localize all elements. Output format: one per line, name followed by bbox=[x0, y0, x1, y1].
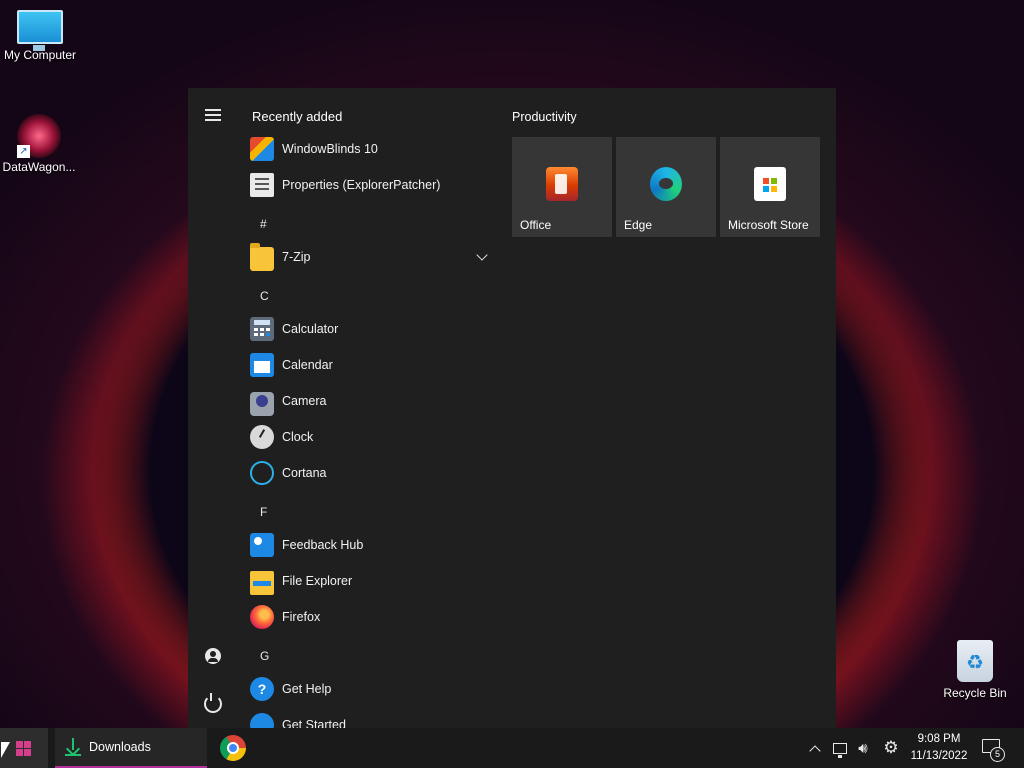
tile-microsoft-store[interactable]: Microsoft Store bbox=[720, 137, 820, 237]
computer-icon bbox=[17, 10, 63, 51]
app-item-properties-explorerpatcher[interactable]: Properties (ExplorerPatcher) bbox=[250, 171, 490, 199]
chevron-down-icon[interactable] bbox=[476, 249, 488, 261]
firefox-icon bbox=[250, 605, 274, 629]
windowblinds-icon bbox=[250, 137, 274, 161]
user-icon bbox=[205, 648, 221, 664]
properties-icon bbox=[250, 173, 274, 197]
app-item-camera[interactable]: Camera bbox=[250, 387, 490, 416]
datawagon-icon: ↗ bbox=[17, 114, 61, 158]
group-letter-g[interactable]: G bbox=[260, 649, 269, 663]
app-label: Camera bbox=[282, 394, 327, 408]
tile-label: Microsoft Store bbox=[728, 218, 809, 232]
group-letter-f[interactable]: F bbox=[260, 505, 267, 519]
power-icon bbox=[204, 693, 222, 713]
app-label: File Explorer bbox=[282, 574, 353, 588]
file-explorer-icon bbox=[250, 571, 274, 595]
recently-added-header: Recently added bbox=[252, 109, 343, 124]
chrome-icon[interactable] bbox=[220, 735, 246, 761]
power-button[interactable] bbox=[201, 692, 225, 716]
download-icon bbox=[65, 738, 81, 756]
app-item-calendar[interactable]: Calendar bbox=[250, 351, 490, 379]
app-item-get-help[interactable]: ? Get Help bbox=[250, 675, 490, 703]
taskbar: Downloads 🔊︎ ⚙ 9:08 PM 11/13/2022 5 bbox=[0, 728, 1024, 768]
camera-icon bbox=[250, 392, 274, 416]
app-label: Properties (ExplorerPatcher) bbox=[282, 178, 441, 192]
app-item-windowblinds[interactable]: WindowBlinds 10 bbox=[250, 135, 490, 163]
network-button[interactable] bbox=[830, 728, 850, 768]
clock-time: 9:08 PM bbox=[917, 733, 961, 745]
app-item-file-explorer[interactable]: File Explorer bbox=[250, 567, 490, 595]
desktop-icon-label: Recycle Bin bbox=[943, 686, 1007, 700]
clock-icon bbox=[250, 425, 274, 449]
group-letter-c[interactable]: C bbox=[260, 289, 269, 303]
app-item-feedback-hub[interactable]: Feedback Hub bbox=[250, 531, 490, 559]
cortana-icon bbox=[250, 461, 274, 485]
microsoft-store-icon bbox=[754, 167, 786, 201]
recycle-bin-icon bbox=[957, 640, 993, 682]
edge-icon bbox=[650, 167, 682, 201]
app-label: Calculator bbox=[282, 322, 339, 336]
app-label: Feedback Hub bbox=[282, 538, 364, 552]
mouse-cursor-icon bbox=[1, 742, 10, 758]
settings-button[interactable]: ⚙ bbox=[880, 728, 902, 768]
tile-label: Office bbox=[520, 218, 552, 232]
app-item-7zip[interactable]: 7-Zip bbox=[250, 243, 490, 271]
tile-edge[interactable]: Edge bbox=[616, 137, 716, 237]
show-hidden-icons-button[interactable] bbox=[806, 728, 824, 768]
app-label: Get Started bbox=[282, 718, 346, 728]
volume-button[interactable]: 🔊︎ bbox=[853, 728, 873, 768]
network-icon bbox=[833, 742, 847, 758]
speaker-icon: 🔊︎ bbox=[858, 739, 868, 757]
desktop-icon-recycle-bin[interactable]: Recycle Bin bbox=[935, 640, 1015, 700]
calculator-icon bbox=[250, 317, 274, 341]
app-label: 7-Zip bbox=[282, 250, 311, 264]
start-rail bbox=[188, 88, 238, 728]
app-label: Get Help bbox=[282, 682, 332, 696]
get-help-icon: ? bbox=[250, 677, 274, 701]
calendar-icon bbox=[250, 353, 274, 377]
gear-icon: ⚙ bbox=[883, 738, 899, 757]
desktop-icon-label: DataWagon... bbox=[2, 160, 76, 174]
taskbar-button-downloads[interactable]: Downloads bbox=[55, 728, 207, 768]
tile-office[interactable]: Office bbox=[512, 137, 612, 237]
menu-expand-button[interactable] bbox=[201, 103, 225, 127]
feedback-hub-icon bbox=[250, 533, 274, 557]
app-item-firefox[interactable]: Firefox bbox=[250, 603, 490, 631]
office-icon bbox=[546, 167, 578, 201]
start-menu: Recently added WindowBlinds 10 Propertie… bbox=[188, 88, 836, 728]
app-label: Firefox bbox=[282, 610, 321, 624]
app-label: WindowBlinds 10 bbox=[282, 142, 378, 156]
tile-group-header[interactable]: Productivity bbox=[512, 110, 577, 124]
app-item-get-started[interactable]: Get Started bbox=[250, 711, 490, 728]
notification-count-badge: 5 bbox=[990, 747, 1005, 762]
hamburger-icon bbox=[205, 114, 221, 116]
folder-icon bbox=[250, 243, 274, 271]
app-label: Clock bbox=[282, 430, 314, 444]
desktop-icon-datawagon[interactable]: ↗ DataWagon... bbox=[0, 112, 79, 174]
taskbar-button-label: Downloads bbox=[89, 740, 151, 754]
app-item-clock[interactable]: Clock bbox=[250, 423, 490, 451]
taskbar-clock[interactable]: 9:08 PM 11/13/2022 bbox=[906, 731, 972, 765]
shortcut-arrow-icon: ↗ bbox=[17, 145, 30, 158]
app-item-calculator[interactable]: Calculator bbox=[250, 315, 490, 343]
app-label: Cortana bbox=[282, 466, 327, 480]
chevron-up-icon bbox=[809, 744, 821, 757]
user-account-button[interactable] bbox=[201, 644, 225, 668]
app-item-cortana[interactable]: Cortana bbox=[250, 459, 490, 487]
tile-label: Edge bbox=[624, 218, 653, 232]
windows-logo-icon bbox=[16, 741, 23, 748]
app-list[interactable]: Recently added WindowBlinds 10 Propertie… bbox=[238, 88, 500, 728]
group-letter-hash[interactable]: # bbox=[260, 217, 267, 231]
get-started-icon bbox=[250, 713, 274, 728]
clock-date: 11/13/2022 bbox=[910, 750, 968, 762]
start-button[interactable] bbox=[0, 728, 48, 768]
desktop-icon-my-computer[interactable]: My Computer bbox=[0, 0, 80, 62]
app-label: Calendar bbox=[282, 358, 333, 372]
